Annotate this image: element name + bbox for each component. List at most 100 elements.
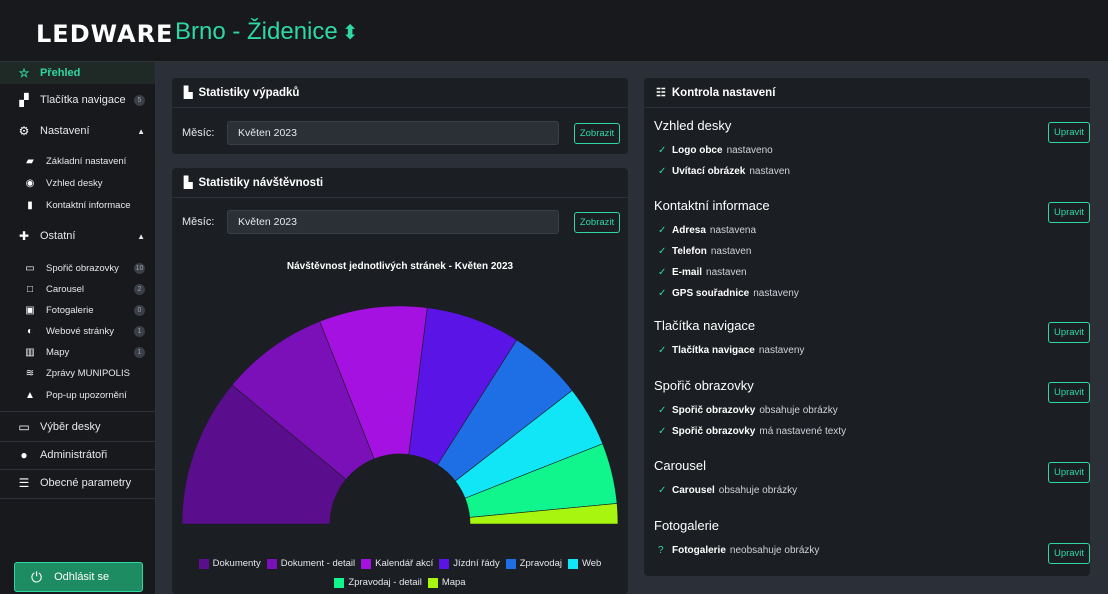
sidebar-item-vzhled-desky[interactable]: ◉ Vzhled desky — [0, 174, 155, 192]
count-badge: 2 — [134, 283, 145, 295]
edit-button[interactable]: Upravit — [1048, 202, 1090, 223]
legend-label: Web — [581, 558, 602, 569]
sidebar-item-fotogalerie[interactable]: ▣ Fotogalerie 0 — [0, 301, 155, 319]
settings-section: Tlačítka navigace Upravit ✓ Tlačítka naviga… — [654, 318, 1090, 356]
sidebar-item-zpravy-munipolis[interactable]: ≋ Zprávy MUNIPOLIS — [0, 364, 155, 382]
legend-item[interactable]: Zpravodaj - detail — [334, 575, 422, 591]
sidebar-item-carousel[interactable]: □ Carousel 2 — [0, 280, 155, 298]
count-badge: 5 — [134, 94, 145, 106]
count-badge: 0 — [134, 304, 145, 316]
legend-label: Kalendář akcí — [375, 558, 434, 569]
settings-check-item: ✓ Carousel obsahuje obrázky — [658, 485, 797, 496]
check-status: nastaven — [706, 267, 747, 278]
settings-check-item: ✓ GPS souřadnice nastaveny — [658, 288, 799, 299]
settings-section-title: Carousel — [654, 458, 707, 473]
sidebar-item-prehled[interactable]: ☆ Přehled — [0, 62, 155, 84]
globe-icon: ◐ — [26, 325, 34, 337]
sidebar-item-label: Spořič obrazovky — [46, 262, 119, 274]
desktop-icon: ▭ — [18, 420, 30, 434]
legend-item[interactable]: Dokumenty — [198, 556, 261, 572]
sidebar-item-nastaveni[interactable]: ⚙ Nastavení ▲ — [0, 120, 155, 142]
visits-show-button[interactable]: Zobrazit — [574, 211, 620, 233]
rss-icon: ≋ — [25, 367, 35, 379]
sidebar-item-kontaktni-informace[interactable]: ▮ Kontaktní informace — [0, 196, 155, 214]
edit-button[interactable]: Upravit — [1048, 322, 1090, 343]
legend-item[interactable]: Kalendář akcí — [361, 556, 433, 572]
check-status: nastaven — [749, 166, 790, 177]
settings-section: Fotogalerie Upravit? Fotogalerie neobsahuje… — [654, 518, 1090, 564]
sidebar-item-sporic-obrazovky[interactable]: ▭ Spořič obrazovky 10 — [0, 259, 155, 277]
check-status: obsahuje obrázky — [718, 485, 798, 496]
edit-button[interactable]: Upravit — [1048, 382, 1090, 403]
settings-section: Spořič obrazovky Upravit ✓ Spořič obrazovky… — [654, 378, 1090, 437]
sidebar-item-label: Základní nastavení — [46, 155, 127, 167]
sidebar-item-webove-stranky[interactable]: ◐ Webové stránky 1 — [0, 322, 155, 340]
outages-month-select[interactable]: Květen 2023 — [227, 121, 559, 145]
legend-item[interactable]: Mapa — [427, 575, 466, 591]
visits-month-row: Měsíc: Květen 2023 Zobrazit — [182, 210, 620, 234]
sidebar-item-tlacitka-navigace[interactable]: ▞ Tlačítka navigace 5 — [0, 89, 155, 111]
check-icon: ✓ — [658, 267, 667, 278]
legend-label: Dokumenty — [212, 558, 261, 569]
sidebar-item-popup-upozorneni[interactable]: ▲ Pop-up upozornění — [0, 386, 155, 404]
visits-half-donut-chart — [181, 305, 619, 525]
switch-board-icon[interactable]: ⬍ — [342, 22, 359, 44]
settings-check-item: ✓ Adresa nastavena — [658, 225, 756, 236]
legend-swatch — [439, 559, 450, 569]
outages-show-button[interactable]: Zobrazit — [574, 122, 620, 144]
top-bar: LEDWARE Brno - Židenice ⬍ — [0, 0, 1108, 62]
sidebar-divider — [0, 498, 155, 499]
check-status: nastaven — [710, 246, 752, 257]
puzzle-icon: ✚ — [18, 229, 30, 243]
ledware-logo[interactable]: LEDWARE — [36, 20, 173, 48]
sidebar-item-label: Vzhled desky — [46, 177, 103, 189]
sidebar-divider — [0, 411, 155, 412]
outages-card: ▙ Statistiky výpadků Měsíc: Květen 2023 … — [172, 78, 628, 154]
check-subject: E-mail — [672, 267, 703, 278]
monitor-icon: ▭ — [25, 262, 35, 274]
sidebar-item-label: Tlačítka navigace — [40, 94, 126, 106]
logout-button[interactable]: ⏻ Odhlásit se — [14, 562, 143, 592]
sidebar-item-obecne-parametry[interactable]: ☰ Obecné parametry — [0, 472, 155, 494]
sidebar-divider — [0, 441, 155, 442]
settings-check-item: ✓ Tlačítka navigace nastaveny — [658, 345, 804, 356]
image-icon: ▣ — [25, 304, 35, 316]
sidebar-item-mapy[interactable]: ▥ Mapy 1 — [0, 343, 155, 361]
settings-check-item: ✓ Logo obce nastaveno — [658, 145, 773, 156]
legend-swatch — [198, 559, 209, 569]
check-subject: Spořič obrazovky — [672, 426, 756, 437]
check-status: neobsahuje obrázky — [729, 545, 820, 556]
check-subject: Carousel — [672, 485, 715, 496]
check-status: nastaveno — [726, 145, 773, 156]
tasks-icon: ☷ — [656, 87, 666, 99]
legend-swatch — [505, 559, 516, 569]
sidebar-item-administratori[interactable]: ● Administrátoři — [0, 444, 155, 466]
edit-button[interactable]: Upravit — [1048, 462, 1090, 483]
sidebar-item-zakladni-nastaveni[interactable]: ▰ Základní nastavení — [0, 152, 155, 170]
toolbox-icon: ▰ — [26, 155, 34, 167]
sidebar-item-label: Kontaktní informace — [46, 199, 131, 211]
legend-item[interactable]: Web — [567, 556, 602, 572]
legend-item[interactable]: Zpravodaj — [505, 556, 562, 572]
edit-button[interactable]: Upravit — [1048, 543, 1090, 564]
settings-check-item: ✓ Spořič obrazovky má nastavené texty — [658, 426, 846, 437]
check-icon: ✓ — [658, 288, 667, 299]
count-badge: 1 — [134, 346, 145, 358]
sidebar-item-label: Výběr desky — [40, 421, 101, 433]
map-icon: ▥ — [25, 346, 35, 358]
settings-check-item: ✓ Telefon nastaven — [658, 246, 751, 257]
sidebar-item-label: Přehled — [40, 67, 81, 79]
edit-button[interactable]: Upravit — [1048, 122, 1090, 143]
sidebar-item-label: Fotogalerie — [46, 304, 94, 316]
board-selector-title[interactable]: Brno - Židenice ⬍ — [175, 18, 359, 46]
settings-section-title: Kontaktní informace — [654, 198, 770, 213]
settings-check-item: ✓ E-mail nastaven — [658, 267, 747, 278]
sidebar-item-ostatni[interactable]: ✚ Ostatní ▲ — [0, 225, 155, 247]
power-icon: ⏻ — [31, 568, 43, 585]
legend-item[interactable]: Dokument - detail — [266, 556, 355, 572]
legend-swatch — [266, 559, 277, 569]
visits-month-select[interactable]: Květen 2023 — [227, 210, 559, 234]
settings-section: Kontaktní informace Upravit ✓ Adresa nastave… — [654, 198, 1090, 299]
sidebar-item-vyber-desky[interactable]: ▭ Výběr desky — [0, 416, 155, 438]
legend-item[interactable]: Jízdní řády — [439, 556, 500, 572]
